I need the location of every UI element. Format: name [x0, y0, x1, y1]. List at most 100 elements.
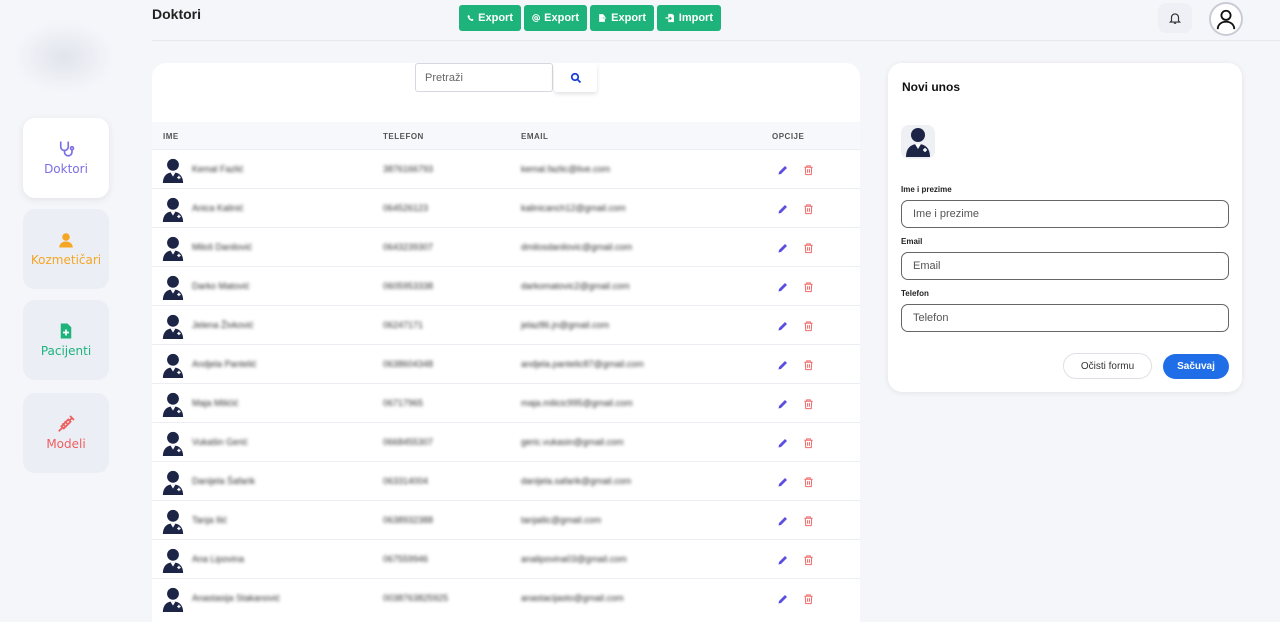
- name-cell: Anastasija Stakanović: [192, 593, 281, 603]
- column-header: IME: [163, 132, 179, 141]
- table-row: Danijela Šafarik 063314004 danijela.safari…: [152, 461, 860, 500]
- user-avatar-button[interactable]: [1209, 2, 1243, 36]
- sidebar-item-pacijenti[interactable]: Pacijenti: [23, 300, 109, 380]
- table-header: IME TELEFON EMAIL OPCIJE: [152, 122, 860, 149]
- edit-icon[interactable]: [777, 319, 789, 331]
- name-cell: Tanja Ilić: [192, 515, 228, 525]
- sidebar-item-label: Doktori: [44, 162, 88, 176]
- notifications-button[interactable]: [1158, 3, 1192, 33]
- delete-icon[interactable]: [803, 592, 814, 605]
- doctor-avatar-icon: [162, 548, 184, 574]
- phone-cell: 0643239307: [383, 242, 434, 252]
- name-cell: Vukašin Gerić: [192, 437, 248, 447]
- email-cell: analipovina03@gmail.com: [521, 554, 627, 564]
- table-row: Andjela Pantelić 0638604348 andjela.pantel…: [152, 344, 860, 383]
- phone-field[interactable]: [901, 304, 1229, 332]
- file-export-icon: [599, 14, 607, 22]
- edit-icon[interactable]: [777, 280, 789, 292]
- edit-icon[interactable]: [777, 436, 789, 448]
- name-field[interactable]: [901, 200, 1229, 228]
- column-header: EMAIL: [521, 132, 549, 141]
- email-cell: anastacijasto@gmail.com: [521, 593, 624, 603]
- doctor-avatar-icon: [162, 314, 184, 340]
- delete-icon[interactable]: [803, 436, 814, 449]
- email-cell: darkomatovic2@gmail.com: [521, 281, 630, 291]
- sidebar-item-label: Pacijenti: [40, 344, 92, 358]
- email-cell: dmilosdanilovic@gmail.com: [521, 242, 633, 252]
- logo: [14, 22, 114, 92]
- import-button[interactable]: Import: [657, 5, 721, 31]
- sidebar-item-modeli[interactable]: Modeli: [23, 393, 109, 473]
- name-label: Ime i prezime: [901, 185, 952, 194]
- search-input[interactable]: [415, 63, 553, 92]
- edit-icon[interactable]: [777, 202, 789, 214]
- sidebar-item-label: Kozmetičari: [30, 253, 102, 267]
- export-phone-button[interactable]: Export: [459, 5, 521, 31]
- at-icon: [532, 14, 540, 22]
- table-row: Vukašin Gerić 0668455307 geric.vukasin@gma…: [152, 422, 860, 461]
- table-row: Tanja Ilić 0638932388 tanjailic@gmail.com: [152, 500, 860, 539]
- syringe-icon: [58, 415, 75, 432]
- name-cell: Miloš Danilović: [192, 242, 253, 252]
- delete-icon[interactable]: [803, 241, 814, 254]
- export-label: Export: [611, 12, 646, 24]
- edit-icon[interactable]: [777, 241, 789, 253]
- column-header: OPCIJE: [772, 132, 805, 141]
- edit-icon[interactable]: [777, 163, 789, 175]
- search-button[interactable]: [554, 63, 597, 92]
- doctor-avatar-icon: [162, 158, 184, 184]
- phone-icon: [467, 15, 474, 21]
- doctor-avatar-icon: [162, 509, 184, 535]
- name-cell: Ana Lipovina: [192, 554, 245, 564]
- sidebar: Doktori Kozmetičari Pacijenti Modeli: [0, 0, 140, 622]
- table-row: Jelena Živković 06247171 jelaz86.jn@gmail.…: [152, 305, 860, 344]
- table-row: Anica Kalinić 064526123 kalinicanch12@gmai…: [152, 188, 860, 227]
- edit-icon[interactable]: [777, 514, 789, 526]
- new-entry-card: Novi unos Ime i prezime Email Telefon Oč…: [888, 63, 1242, 392]
- name-cell: Andjela Pantelić: [192, 359, 257, 369]
- delete-icon[interactable]: [803, 163, 814, 176]
- search-icon: [570, 72, 581, 83]
- export-email-button[interactable]: Export: [524, 5, 587, 31]
- edit-icon[interactable]: [777, 592, 789, 604]
- phone-cell: 0605953338: [383, 281, 434, 291]
- sidebar-item-kozmeticari[interactable]: Kozmetičari: [23, 209, 109, 289]
- phone-cell: 3876166793: [383, 164, 434, 174]
- edit-icon[interactable]: [777, 553, 789, 565]
- save-button[interactable]: Sačuvaj: [1163, 354, 1229, 379]
- sidebar-item-doktori[interactable]: Doktori: [23, 118, 109, 198]
- doctor-avatar-icon: [162, 431, 184, 457]
- bell-icon: [1168, 13, 1182, 24]
- clear-form-button[interactable]: Očisti formu: [1063, 353, 1152, 379]
- delete-icon[interactable]: [803, 514, 814, 527]
- edit-icon[interactable]: [777, 475, 789, 487]
- user-outline-icon: [1216, 9, 1236, 30]
- table-row: Miloš Danilović 0643239307 dmilosdanilovic…: [152, 227, 860, 266]
- delete-icon[interactable]: [803, 553, 814, 566]
- delete-icon[interactable]: [803, 280, 814, 293]
- phone-cell: 06247171: [383, 320, 424, 330]
- phone-cell: 0038763825925: [383, 593, 449, 603]
- delete-icon[interactable]: [803, 202, 814, 215]
- stethoscope-icon: [59, 141, 75, 157]
- edit-icon[interactable]: [777, 397, 789, 409]
- export-label: Export: [544, 12, 579, 24]
- delete-icon[interactable]: [803, 397, 814, 410]
- phone-cell: 064526123: [383, 203, 429, 213]
- email-field[interactable]: [901, 252, 1229, 280]
- delete-icon[interactable]: [803, 319, 814, 332]
- doctors-table-card: IME TELEFON EMAIL OPCIJE Kemal Fazlić 387…: [152, 63, 860, 622]
- phone-cell: 0668455307: [383, 437, 434, 447]
- delete-icon[interactable]: [803, 358, 814, 371]
- file-medical-icon: [60, 323, 72, 339]
- email-cell: jelaz86.jn@gmail.com: [521, 320, 610, 330]
- edit-icon[interactable]: [777, 358, 789, 370]
- table-row: Maja Milićić 06717965 maja.milicic995@gmai…: [152, 383, 860, 422]
- name-cell: Danijela Šafarik: [192, 476, 256, 486]
- delete-icon[interactable]: [803, 475, 814, 488]
- export-file-button[interactable]: Export: [590, 5, 654, 31]
- page-title: Doktori: [152, 6, 201, 22]
- doctor-avatar-icon: [162, 275, 184, 301]
- email-cell: andjela.pantelic87@gmail.com: [521, 359, 644, 369]
- table-row: Kemal Fazlić 3876166793 kemal.fazlic@live.…: [152, 149, 860, 188]
